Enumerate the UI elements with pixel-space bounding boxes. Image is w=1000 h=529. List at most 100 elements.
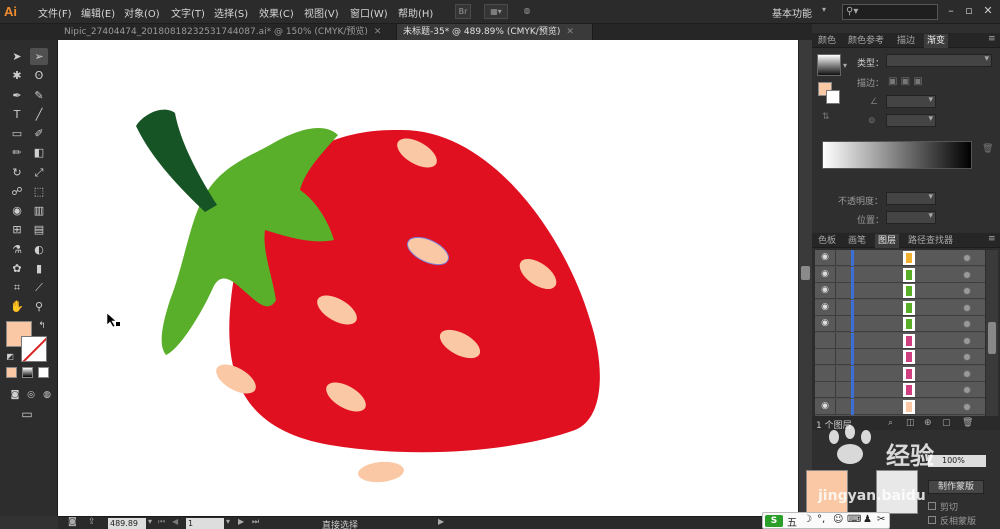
scrollbar-thumb[interactable] bbox=[988, 322, 996, 354]
eye-icon[interactable]: ◉ bbox=[819, 285, 831, 296]
lock-toggle[interactable] bbox=[835, 398, 836, 415]
reverse-gradient-icon[interactable]: ⇅ bbox=[822, 112, 830, 122]
rectangle-tool-icon[interactable]: ▭ bbox=[8, 125, 26, 142]
layer-target-icon[interactable] bbox=[963, 287, 971, 295]
magic-wand-tool-icon[interactable]: ✱ bbox=[8, 67, 26, 84]
tab-color-guide[interactable]: 颜色参考 bbox=[845, 34, 887, 48]
share-icon[interactable]: ⇪ bbox=[88, 517, 96, 527]
selection-tool-icon[interactable]: ➤ bbox=[8, 48, 26, 65]
tab-pathfinder[interactable]: 路径查找器 bbox=[905, 234, 956, 248]
lock-toggle[interactable] bbox=[835, 382, 836, 398]
seed[interactable] bbox=[357, 460, 405, 484]
eye-icon[interactable]: ◉ bbox=[819, 252, 831, 263]
artboard-canvas[interactable] bbox=[58, 40, 798, 516]
layers-scrollbar[interactable] bbox=[986, 250, 998, 416]
stroke-color-swatch[interactable] bbox=[21, 336, 47, 362]
chevron-down-icon[interactable]: ▾ bbox=[843, 61, 847, 70]
menu-view[interactable]: 视图(V) bbox=[304, 5, 339, 20]
panel-menu-icon[interactable]: ≡ bbox=[988, 234, 996, 244]
close-icon[interactable]: ✕ bbox=[980, 3, 996, 19]
last-artboard-icon[interactable]: ⏭ bbox=[252, 517, 259, 527]
close-icon[interactable]: ✕ bbox=[566, 27, 574, 37]
column-graph-tool-icon[interactable]: ▮ bbox=[30, 260, 48, 277]
chevron-down-icon[interactable]: ▾ bbox=[148, 517, 152, 526]
lock-toggle[interactable] bbox=[835, 365, 836, 382]
eye-hidden-icon[interactable] bbox=[819, 335, 831, 346]
layer-target-icon[interactable] bbox=[963, 270, 971, 279]
layer-row[interactable]: ◉ bbox=[815, 283, 985, 299]
user-icon[interactable]: ♟ bbox=[863, 514, 872, 525]
layer-target-icon[interactable] bbox=[963, 320, 971, 328]
curvature-tool-icon[interactable]: ✎ bbox=[30, 87, 48, 104]
stop-opacity-field[interactable] bbox=[886, 192, 936, 205]
scale-tool-icon[interactable]: ⤢ bbox=[30, 164, 48, 181]
lock-toggle[interactable] bbox=[835, 283, 836, 299]
layer-target-icon[interactable] bbox=[963, 353, 971, 361]
hand-tool-icon[interactable]: ✋ bbox=[8, 298, 26, 315]
punctuation-icon[interactable]: °, bbox=[817, 514, 825, 525]
tab-layers[interactable]: 图层 bbox=[875, 234, 900, 248]
artboard-number-field[interactable]: 1 bbox=[186, 518, 224, 529]
strawberry-stem[interactable] bbox=[136, 109, 217, 212]
zoom-level-field[interactable]: 489.89 bbox=[108, 518, 146, 529]
tab-swatches[interactable]: 色板 bbox=[815, 234, 839, 248]
menu-object[interactable]: 对象(O) bbox=[124, 5, 160, 20]
scrollbar-thumb[interactable] bbox=[801, 266, 810, 280]
eye-icon[interactable]: ◉ bbox=[819, 269, 831, 280]
gradient-aspect-field[interactable] bbox=[886, 114, 936, 127]
gradient-tool-icon[interactable]: ▤ bbox=[30, 221, 48, 238]
next-artboard-icon[interactable]: ▶ bbox=[238, 517, 244, 526]
layer-row[interactable]: ◉ bbox=[815, 299, 985, 316]
maximize-icon[interactable]: ▫ bbox=[961, 3, 977, 19]
default-colors-icon[interactable]: ◩ bbox=[4, 348, 16, 365]
gradient-mode-icon[interactable] bbox=[22, 367, 33, 378]
eye-icon[interactable]: ◉ bbox=[819, 318, 831, 329]
none-mode-icon[interactable] bbox=[38, 367, 49, 378]
layer-row[interactable]: ◉ bbox=[815, 250, 985, 266]
lock-toggle[interactable] bbox=[835, 316, 836, 332]
workspace-switcher[interactable]: 基本功能 bbox=[772, 5, 812, 20]
rotate-tool-icon[interactable]: ↻ bbox=[8, 164, 26, 181]
perspective-grid-tool-icon[interactable]: ▥ bbox=[30, 202, 48, 219]
pencil-tool-icon[interactable]: ✏ bbox=[8, 144, 26, 161]
gpu-performance-icon[interactable]: ◍ bbox=[519, 4, 535, 19]
symbol-sprayer-tool-icon[interactable]: ✿ bbox=[8, 260, 26, 277]
gradient-slider[interactable] bbox=[822, 141, 972, 169]
blend-tool-icon[interactable]: ◐ bbox=[30, 241, 48, 258]
eye-hidden-icon[interactable] bbox=[819, 351, 831, 362]
close-icon[interactable]: ✕ bbox=[374, 27, 382, 37]
input-method-bar[interactable]: S 五 ☽ °, ☺ ⌨ ♟ ✂ bbox=[762, 512, 890, 529]
tab-gradient[interactable]: 渐变 bbox=[924, 34, 949, 48]
zoom-tool-icon[interactable]: ⚲ bbox=[30, 298, 48, 315]
keyboard-icon[interactable]: ⌨ bbox=[847, 514, 861, 525]
ime-mode-label[interactable]: 五 bbox=[787, 514, 797, 529]
lock-toggle[interactable] bbox=[835, 349, 836, 365]
eye-hidden-icon[interactable] bbox=[819, 368, 831, 379]
mesh-tool-icon[interactable]: ⊞ bbox=[8, 221, 26, 238]
artboard-tool-icon[interactable]: ⌗ bbox=[8, 279, 26, 296]
arrange-documents-icon[interactable]: ▦▾ bbox=[484, 4, 508, 19]
menu-window[interactable]: 窗口(W) bbox=[350, 5, 388, 20]
delete-stop-icon[interactable]: 🗑 bbox=[982, 144, 993, 154]
line-tool-icon[interactable]: ╱ bbox=[30, 106, 48, 123]
layer-row[interactable]: ◉ bbox=[815, 316, 985, 332]
layer-target-icon[interactable] bbox=[963, 254, 971, 262]
minimize-icon[interactable]: – bbox=[943, 3, 959, 19]
menu-type[interactable]: 文字(T) bbox=[171, 5, 205, 20]
lock-toggle[interactable] bbox=[835, 299, 836, 316]
lock-toggle[interactable] bbox=[835, 266, 836, 283]
layer-row[interactable] bbox=[815, 332, 985, 349]
invert-mask-checkbox[interactable] bbox=[928, 516, 936, 524]
tab-color[interactable]: 颜色 bbox=[815, 34, 839, 48]
layer-target-icon[interactable] bbox=[963, 336, 971, 345]
gradient-thumbnail[interactable] bbox=[817, 54, 841, 76]
eraser-tool-icon[interactable]: ◧ bbox=[30, 144, 48, 161]
pen-tool-icon[interactable]: ✒ bbox=[8, 87, 26, 104]
stroke-gradient-options-icon[interactable]: ▣ ▣ ▣ bbox=[888, 76, 923, 87]
type-tool-icon[interactable]: T bbox=[8, 106, 26, 123]
swap-colors-icon[interactable]: ↰ bbox=[36, 318, 48, 335]
paintbrush-tool-icon[interactable]: ✐ bbox=[30, 125, 48, 142]
tab-document-2[interactable]: 未标题-35* @ 489.89% (CMYK/预览) ✕ bbox=[397, 24, 593, 40]
lasso-tool-icon[interactable]: ʘ bbox=[30, 67, 48, 84]
layer-row[interactable]: ◉ bbox=[815, 398, 985, 415]
